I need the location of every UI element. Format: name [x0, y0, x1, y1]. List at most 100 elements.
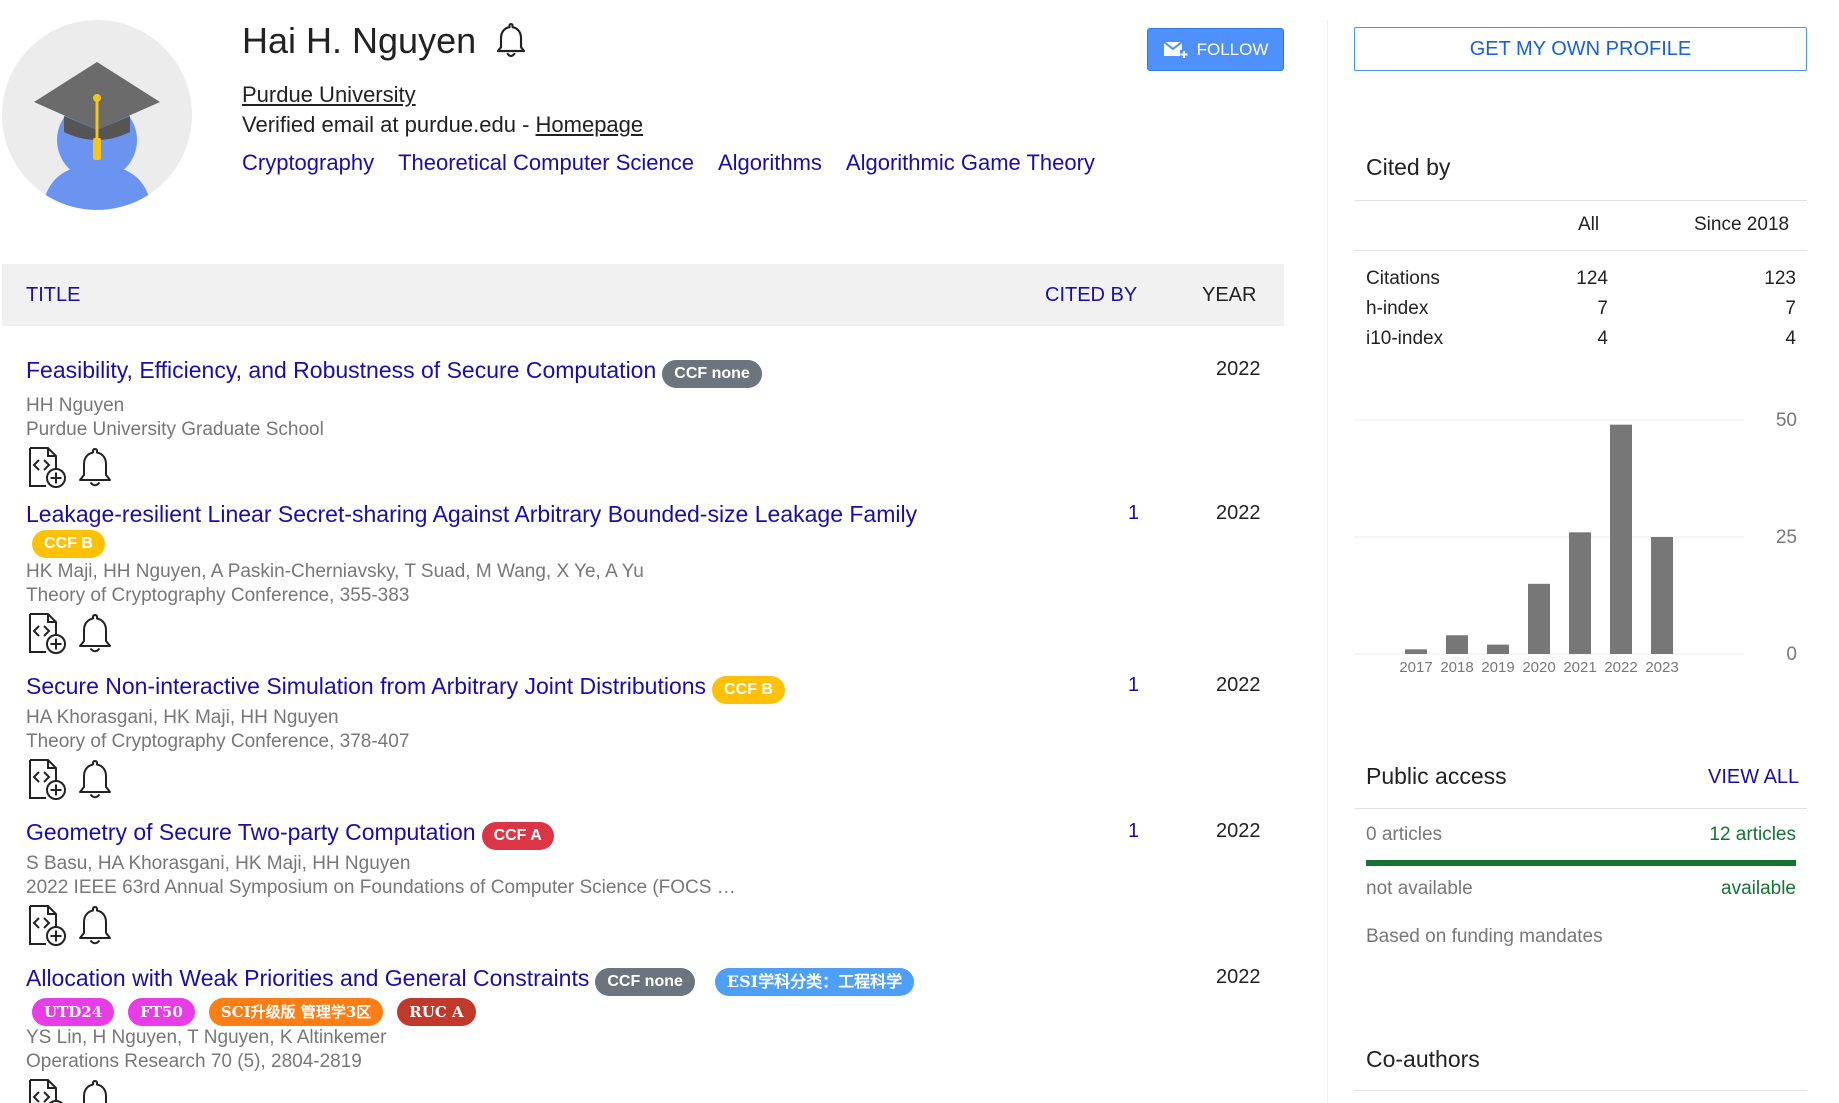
- mail-plus-icon: [1162, 40, 1188, 58]
- chart-y-tick-label: 25: [1776, 527, 1797, 548]
- ccf-badge: CCF B: [712, 675, 785, 704]
- pa-available-status: available: [1721, 878, 1796, 899]
- ccf-badge: CCF none: [662, 359, 762, 388]
- add-to-library-icon[interactable]: [26, 446, 68, 488]
- chart-x-tick-label: 2017: [1399, 659, 1432, 676]
- chart-y-tick-label: 0: [1786, 644, 1797, 665]
- add-to-library-icon[interactable]: [26, 758, 68, 800]
- article-title-link[interactable]: Geometry of Secure Two-party Computation: [26, 819, 476, 845]
- bell-icon[interactable]: [74, 446, 116, 488]
- article-title-link[interactable]: Leakage-resilient Linear Secret-sharing …: [26, 501, 917, 527]
- interest-cryptography[interactable]: Cryptography: [242, 150, 374, 176]
- title-column-header[interactable]: TITLE: [26, 284, 80, 307]
- follow-label: FOLLOW: [1196, 39, 1269, 59]
- interest-theoretical-cs[interactable]: Theoretical Computer Science: [398, 150, 694, 176]
- ccf-badge: CCF A: [481, 821, 554, 850]
- article-venue: Operations Research 70 (5), 2804-2819: [26, 1050, 362, 1072]
- article-title-link[interactable]: Allocation with Weak Priorities and Gene…: [26, 965, 589, 991]
- metric-all: 7: [1597, 298, 1608, 319]
- chart-x-tick-label: 2019: [1481, 659, 1514, 676]
- view-all-link[interactable]: VIEW ALL: [1708, 766, 1799, 789]
- public-access-title: Public access: [1366, 763, 1507, 789]
- bell-icon[interactable]: [74, 1078, 116, 1103]
- follow-button[interactable]: FOLLOW: [1147, 28, 1284, 71]
- chart-bar: [1569, 532, 1591, 654]
- metric-label[interactable]: i10-index: [1366, 328, 1443, 350]
- profile-name: Hai H. Nguyen: [242, 20, 477, 61]
- public-access-bar-fill: [1366, 860, 1796, 866]
- divider: [1354, 250, 1807, 251]
- chart-x-tick-label: 2018: [1440, 659, 1473, 676]
- bell-icon[interactable]: [74, 904, 116, 946]
- ccf-badge: CCF none: [595, 967, 695, 996]
- divider: [1354, 808, 1807, 809]
- publication-year: 2022: [1216, 674, 1261, 696]
- publication-year: 2022: [1216, 502, 1261, 524]
- table-row: Feasibility, Efficiency, and Robustness …: [26, 356, 1282, 488]
- metric-all: 4: [1597, 328, 1608, 349]
- article-authors: HH Nguyen: [26, 394, 125, 416]
- article-venue: Purdue University Graduate School: [26, 418, 324, 440]
- homepage-link[interactable]: Homepage: [536, 112, 644, 137]
- article-authors: HK Maji, HH Nguyen, A Paskin-Cherniavsky…: [26, 561, 644, 582]
- cited-by-title: Cited by: [1366, 154, 1451, 180]
- pa-unavailable-count[interactable]: 0 articles: [1366, 824, 1442, 846]
- add-to-library-icon[interactable]: [26, 904, 68, 946]
- funding-mandates-note: Based on funding mandates: [1366, 926, 1603, 947]
- coauthors-title: Co-authors: [1366, 1046, 1480, 1072]
- article-authors: HA Khorasgani, HK Maji, HH Nguyen: [26, 706, 339, 728]
- table-row: Geometry of Secure Two-party Computation…: [26, 818, 1282, 946]
- table-row: Secure Non-interactive Simulation from A…: [26, 672, 1282, 800]
- avatar: [2, 20, 192, 210]
- cited-by-count[interactable]: 1: [1128, 502, 1139, 525]
- email-line: Verified email at purdue.edu - Homepage: [242, 112, 643, 138]
- cited-by-column-header[interactable]: CITED BY: [1045, 284, 1137, 307]
- article-title-link[interactable]: Secure Non-interactive Simulation from A…: [26, 673, 706, 699]
- publication-year: 2022: [1216, 358, 1261, 380]
- affiliation-link[interactable]: Purdue University: [242, 82, 416, 108]
- table-row: Leakage-resilient Linear Secret-sharing …: [26, 500, 1282, 654]
- article-authors: S Basu, HA Khorasgani, HK Maji, HH Nguye…: [26, 852, 411, 874]
- article-venue: Theory of Cryptography Conference, 378-4…: [26, 730, 410, 752]
- get-my-own-profile-button[interactable]: GET MY OWN PROFILE: [1354, 27, 1807, 71]
- pa-available-count[interactable]: 12 articles: [1660, 824, 1796, 846]
- esi-badge: ESI学科分类：工程科学: [714, 967, 915, 996]
- table-row: Allocation with Weak Priorities and Gene…: [26, 964, 1282, 1103]
- publication-year: 2022: [1216, 820, 1261, 842]
- divider: [1354, 1090, 1807, 1091]
- chart-bar: [1446, 635, 1468, 654]
- cited-by-count[interactable]: 1: [1128, 674, 1139, 697]
- column-divider: [1327, 20, 1328, 1103]
- chart-x-tick-label: 2020: [1522, 659, 1555, 676]
- ruc-badge: RUC A: [397, 997, 476, 1026]
- article-title-link[interactable]: Feasibility, Efficiency, and Robustness …: [26, 357, 656, 383]
- chart-bar: [1651, 537, 1673, 654]
- add-to-library-icon[interactable]: [26, 612, 68, 654]
- year-column-header[interactable]: YEAR: [1202, 284, 1256, 307]
- graduate-avatar-icon: [34, 62, 160, 210]
- divider: [1354, 200, 1807, 201]
- publication-year: 2022: [1216, 966, 1261, 988]
- chart-bar: [1528, 583, 1550, 654]
- metric-label[interactable]: Citations: [1366, 268, 1440, 290]
- cited-by-count[interactable]: 1: [1128, 820, 1139, 843]
- add-to-library-icon[interactable]: [26, 1078, 68, 1103]
- bell-icon[interactable]: [74, 612, 116, 654]
- chart-x-tick-label: 2022: [1604, 659, 1637, 676]
- chart-bar: [1487, 644, 1509, 654]
- articles-table-header: TITLE CITED BY YEAR: [2, 264, 1284, 326]
- bell-icon[interactable]: [492, 21, 530, 61]
- public-access-bar: [1366, 860, 1796, 866]
- bell-icon[interactable]: [74, 758, 116, 800]
- interest-algorithms[interactable]: Algorithms: [718, 150, 822, 176]
- verified-email-text: Verified email at purdue.edu -: [242, 112, 536, 137]
- interest-algorithmic-game-theory[interactable]: Algorithmic Game Theory: [846, 150, 1095, 176]
- article-authors: YS Lin, H Nguyen, T Nguyen, K Altinkemer: [26, 1026, 387, 1048]
- pa-unavailable-status: not available: [1366, 878, 1473, 899]
- col-since-header: Since 2018: [1694, 214, 1790, 235]
- metric-all: 124: [1576, 268, 1608, 289]
- ft50-badge: FT50: [128, 997, 195, 1026]
- research-interests: Cryptography Theoretical Computer Scienc…: [242, 150, 1095, 176]
- metric-since: 7: [1785, 298, 1796, 319]
- metric-label[interactable]: h-index: [1366, 298, 1428, 320]
